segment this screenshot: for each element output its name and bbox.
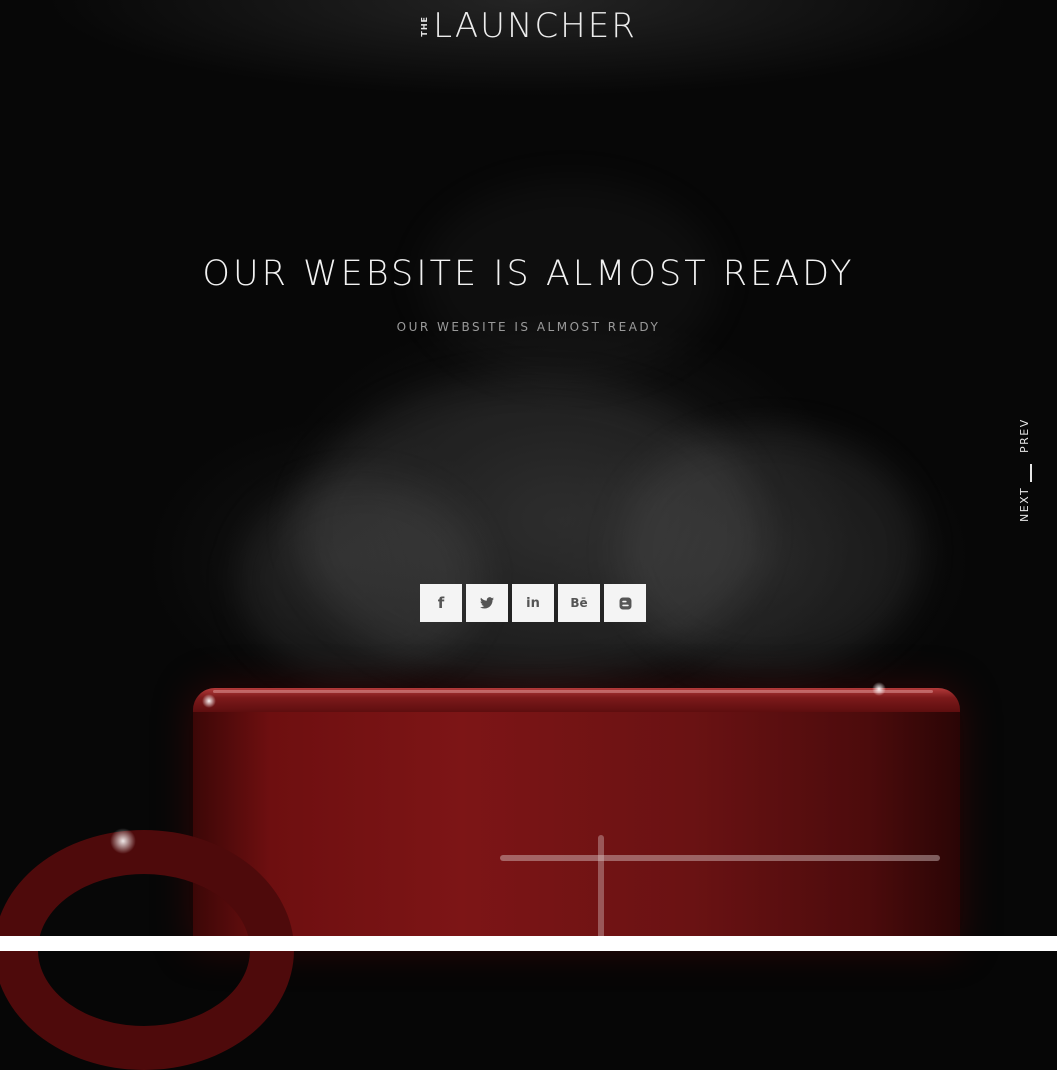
next-slide-link[interactable]: NEXT xyxy=(1018,484,1044,524)
bottom-edge xyxy=(0,936,1057,951)
linkedin-button[interactable]: in xyxy=(512,584,554,622)
behance-icon: Bē xyxy=(570,596,588,610)
steam-cloud xyxy=(620,430,920,670)
nav-divider xyxy=(1030,464,1032,482)
logo-wordmark: LAUNCHER xyxy=(433,6,637,46)
social-links: f in Bē xyxy=(420,584,646,622)
facebook-button[interactable]: f xyxy=(420,584,462,622)
prev-slide-link[interactable]: PREV xyxy=(1018,416,1044,456)
mug-handle-highlight xyxy=(110,828,136,854)
twitter-icon xyxy=(480,597,494,609)
mug-rim xyxy=(193,688,960,712)
linkedin-icon: in xyxy=(526,595,540,611)
site-logo[interactable]: THE LAUNCHER xyxy=(0,6,1057,46)
coffee-mug-image xyxy=(193,688,960,948)
mug-sparkle xyxy=(872,682,886,696)
mug-rim-highlight xyxy=(213,690,933,693)
behance-button[interactable]: Bē xyxy=(558,584,600,622)
blogger-icon xyxy=(619,597,631,609)
mug-sparkle xyxy=(202,694,216,708)
twitter-button[interactable] xyxy=(466,584,508,622)
steam-cloud xyxy=(240,480,480,680)
page-subtitle: OUR WEBSITE IS ALMOST READY xyxy=(396,320,661,334)
mug-decoration xyxy=(500,855,940,861)
facebook-icon: f xyxy=(437,594,445,612)
slide-navigation: PREV NEXT xyxy=(1018,412,1044,524)
logo-prefix: THE xyxy=(420,15,430,37)
blogger-button[interactable] xyxy=(604,584,646,622)
mug-decoration xyxy=(598,835,604,940)
page-title: OUR WEBSITE IS ALMOST READY xyxy=(202,254,855,294)
